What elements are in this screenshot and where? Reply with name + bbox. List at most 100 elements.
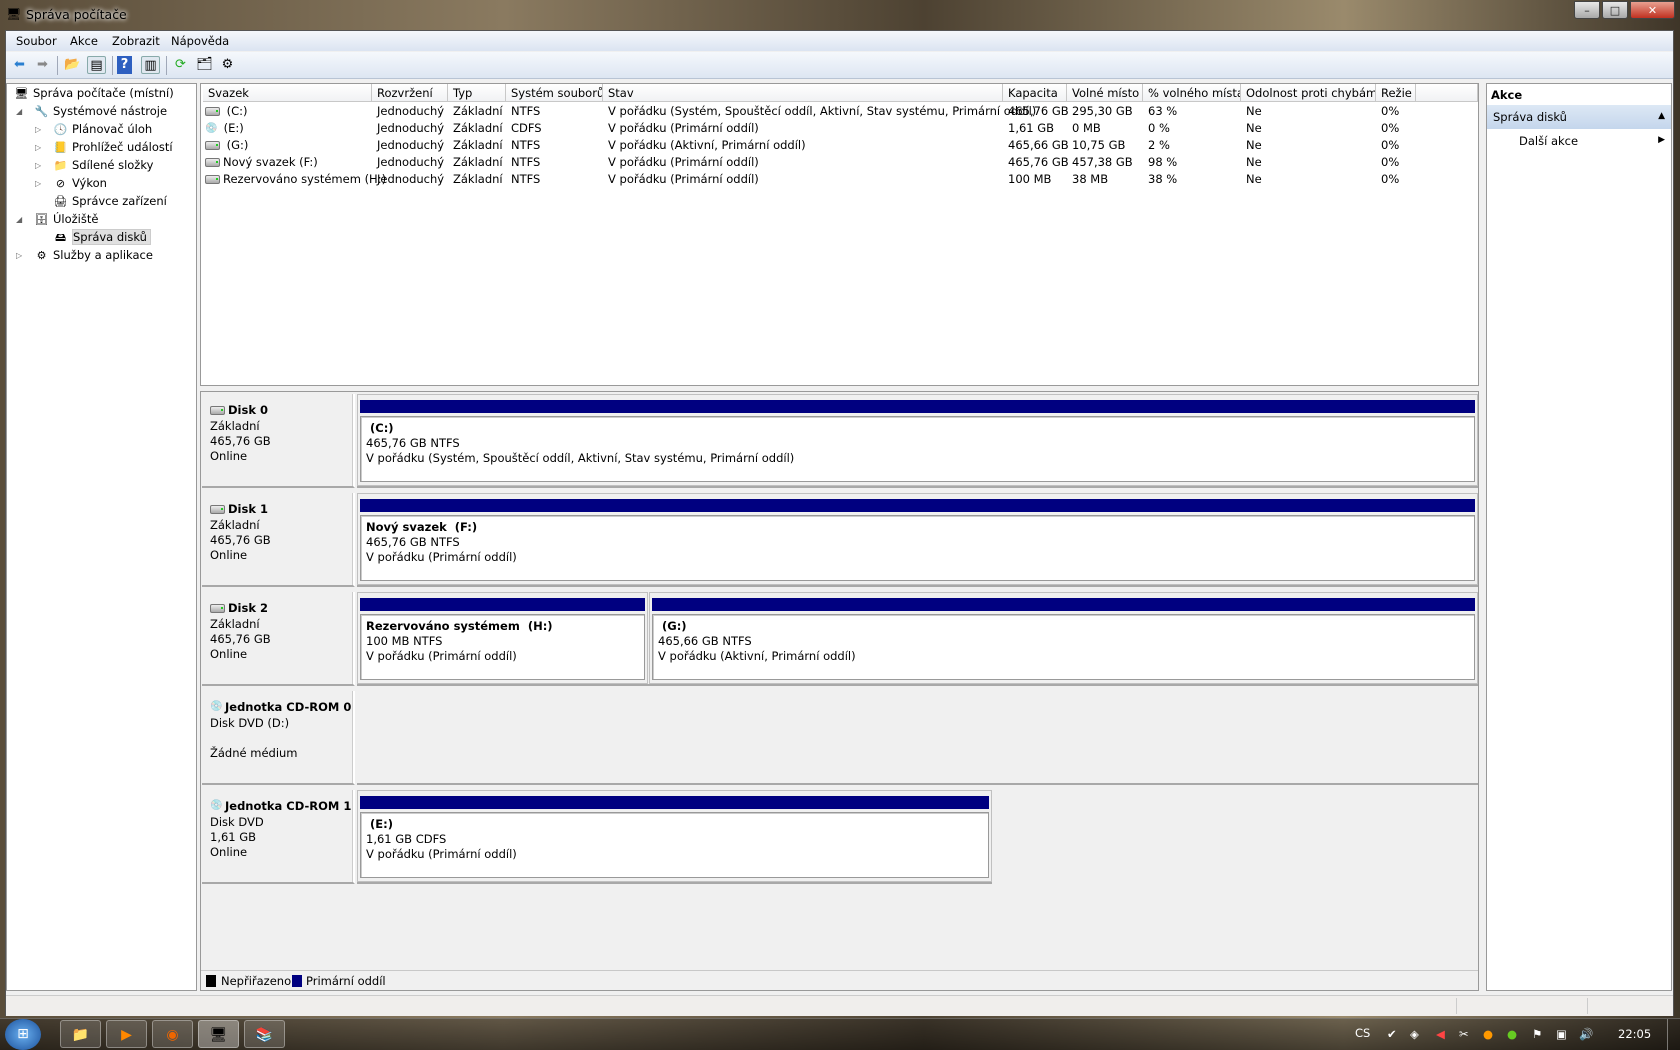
status-divider (1456, 998, 1457, 1014)
taskbar-media-player[interactable]: ▶ (106, 1020, 147, 1048)
expand-icon[interactable]: ◢ (16, 103, 26, 120)
expand-icon[interactable]: ▷ (35, 175, 45, 192)
cell-text: NTFS (511, 104, 541, 118)
expand-icon[interactable]: ◢ (16, 211, 26, 228)
partition[interactable]: Nový svazek (F:) 465,76 GB NTFS V pořádku … (357, 492, 1478, 585)
partition[interactable]: Rezervováno systémem (H:) 100 MB NTFS V po… (357, 591, 648, 684)
menu-soubor[interactable]: Soubor (16, 34, 57, 48)
menu-napoveda[interactable]: Nápověda (171, 34, 229, 48)
disk-label[interactable]: Disk 2 Základní 465,76 GB Online (202, 591, 355, 686)
partition-type-bar (360, 795, 989, 809)
column-header[interactable]: Režie (1376, 84, 1416, 102)
menu-zobrazit[interactable]: Zobrazit (112, 34, 160, 48)
volume-icon[interactable]: 🔊 (1579, 1027, 1593, 1041)
action-more-actions[interactable]: Další akce ▶ (1487, 131, 1671, 152)
tray-network-app-icon[interactable]: ◈ (1410, 1027, 1419, 1041)
partition[interactable]: (E:) 1,61 GB CDFS V pořádku (Primární oddí… (357, 789, 992, 882)
clock[interactable]: 22:05 (1618, 1027, 1651, 1041)
column-header[interactable]: Typ (448, 84, 506, 102)
settings-icon[interactable]: ⚙ (218, 56, 237, 74)
column-header[interactable]: Rozvržení (372, 84, 448, 102)
collapse-icon[interactable]: ▲ (1658, 111, 1665, 121)
table-cell: Ne (1241, 154, 1262, 171)
disk-label[interactable]: 💿 Jednotka CD-ROM 0 Disk DVD (D:) Žádné méd… (202, 690, 355, 785)
show-hide-action-pane-icon[interactable]: ▥ (141, 56, 160, 74)
volume-name-cell[interactable]: Rezervováno systémem (H:) (200, 171, 386, 188)
help-icon[interactable]: ? (117, 56, 132, 74)
expand-icon[interactable]: ▷ (16, 247, 26, 264)
volume-name-cell[interactable]: 💿 (E:) (200, 120, 244, 137)
tray-update-icon[interactable]: ● (1507, 1027, 1517, 1041)
minimize-button[interactable]: – (1574, 1, 1600, 19)
menu-akce[interactable]: Akce (70, 34, 98, 48)
tree-item-9[interactable]: ▷ ⚙ Služby a aplikace (16, 247, 153, 264)
hard-disk-icon (205, 175, 220, 184)
table-cell: 465,76 GB (1003, 103, 1069, 120)
tray-app-icon[interactable]: ✂ (1459, 1027, 1469, 1041)
volume-name-cell[interactable]: (G:) (200, 137, 248, 154)
action-center-flag-icon[interactable]: ⚑ (1532, 1027, 1542, 1041)
tree-item-1[interactable]: ◢ 🔧 Systémové nástroje (16, 103, 167, 120)
tray-flash-icon[interactable]: ◀ (1436, 1027, 1445, 1041)
start-button[interactable]: ⊞ (5, 1019, 41, 1050)
tree-item-6[interactable]: 🖨 Správce zařízení (52, 193, 167, 210)
actions-section-disk-management[interactable]: Správa disků ▲ (1487, 105, 1671, 129)
hard-disk-icon (205, 158, 220, 167)
tray-security-icon[interactable]: ✔ (1387, 1027, 1397, 1041)
tree-item-5[interactable]: ▷ ⊘ Výkon (35, 175, 107, 192)
expand-icon[interactable]: ▷ (35, 121, 45, 138)
action-label: Další akce (1519, 134, 1579, 148)
column-header[interactable]: Systém souborů (506, 84, 603, 102)
tree-item-label: Prohlížeč událostí (72, 140, 173, 154)
disk-label[interactable]: 💿 Jednotka CD-ROM 1 Disk DVD 1,61 GB Online (202, 789, 355, 884)
column-header[interactable]: Volné místo (1067, 84, 1143, 102)
tree-item-4[interactable]: ▷ 📁 Sdílené složky (35, 157, 153, 174)
partition[interactable]: (G:) 465,66 GB NTFS V pořádku (Aktivní, Pr… (649, 591, 1478, 684)
show-hide-tree-icon[interactable]: ▤ (87, 56, 106, 74)
tree-item-7[interactable]: ◢ 🗄 Úložiště (16, 211, 98, 228)
taskbar-explorer[interactable]: 📁 (60, 1020, 101, 1048)
maximize-button[interactable]: □ (1602, 1, 1628, 19)
partition[interactable]: (C:) 465,76 GB NTFS V pořádku (Systém, Spo… (357, 394, 1478, 486)
column-header[interactable]: % volného místa (1143, 84, 1241, 102)
tree-item-2[interactable]: ▷ 🕓 Plánovač úloh (35, 121, 152, 138)
disk-label[interactable]: Disk 0 Základní 465,76 GB Online (202, 394, 355, 488)
table-cell: 465,76 GB (1003, 154, 1069, 171)
column-header[interactable]: Kapacita (1003, 84, 1067, 102)
window-client: Soubor Akce Zobrazit Nápověda ⬅ ➡ 📂 ▤ ? … (5, 30, 1674, 1016)
refresh-icon[interactable]: ⟳ (171, 56, 190, 74)
close-button[interactable]: ✕ (1630, 1, 1675, 19)
cell-text: Jednoduchý (377, 172, 445, 186)
partition-type-bar (360, 400, 1475, 413)
show-desktop-button[interactable] (1667, 1019, 1680, 1050)
taskbar-firefox[interactable]: ◉ (152, 1020, 193, 1048)
taskbar-computer-management[interactable]: 🖥 (198, 1020, 239, 1048)
tree-item-3[interactable]: ▷ 📒 Prohlížeč událostí (35, 139, 173, 156)
tray-avast-icon[interactable]: ● (1483, 1027, 1493, 1041)
column-header[interactable]: Odolnost proti chybám (1241, 84, 1376, 102)
volume-name-cell[interactable]: (C:) (200, 103, 248, 120)
forward-icon[interactable]: ➡ (33, 56, 52, 74)
properties-icon[interactable]: 🗂 (195, 56, 214, 74)
column-header[interactable]: Stav (603, 84, 1003, 102)
language-indicator[interactable]: CS (1355, 1026, 1370, 1040)
cell-text: Jednoduchý (377, 104, 445, 118)
tree-item-8[interactable]: 🖴 Správa disků (52, 229, 151, 246)
volume-name-cell[interactable]: Nový svazek (F:) (200, 154, 318, 171)
disk-name: Disk 2 (210, 601, 268, 615)
network-icon[interactable]: ▣ (1556, 1027, 1567, 1041)
tree-item-0[interactable]: 🖥 Správa počítače (místní) (13, 85, 174, 102)
title-bar: 🖥 Správa počítače – □ ✕ (0, 0, 1680, 30)
up-folder-icon[interactable]: 📂 (63, 56, 82, 74)
expand-icon[interactable]: ▷ (35, 139, 45, 156)
taskbar-archiver[interactable]: 📚 (244, 1020, 285, 1048)
folder-icon: 📁 (71, 1027, 90, 1043)
status-bar (6, 995, 1673, 1016)
hard-disk-icon (205, 107, 220, 116)
disk-name: Disk 0 (210, 403, 268, 417)
back-icon[interactable]: ⬅ (10, 56, 29, 74)
disk-label[interactable]: Disk 1 Základní 465,76 GB Online (202, 492, 355, 587)
table-cell: Jednoduchý (372, 120, 444, 137)
expand-icon[interactable]: ▷ (35, 157, 45, 174)
column-header[interactable]: Svazek (203, 84, 372, 102)
